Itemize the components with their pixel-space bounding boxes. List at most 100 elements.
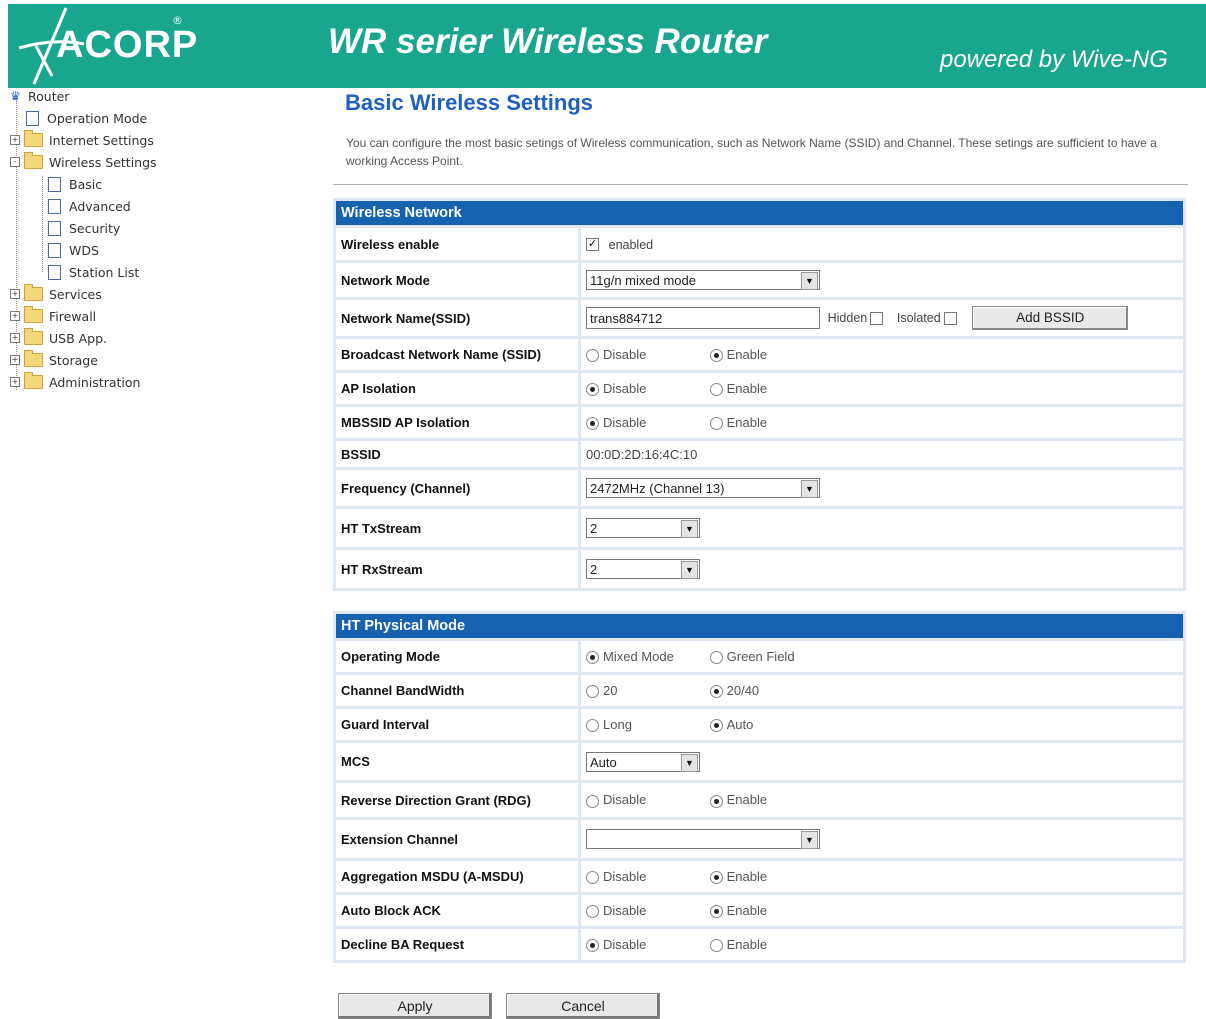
rdg-disable-radio[interactable] [586,794,599,808]
router-icon: ♛ [10,89,21,103]
expand-icon[interactable]: + [10,355,20,365]
ba-disable-radio[interactable] [586,939,599,953]
sidebar-item-usb-app[interactable]: + USB App. [10,328,107,348]
broadcast-enable-radio[interactable] [709,349,723,363]
hidden-label: Hidden [827,311,868,325]
sidebar-item-firewall[interactable]: + Firewall [10,306,96,326]
sidebar-item-security[interactable]: Security [48,218,120,238]
ack-enable-radio[interactable] [709,905,723,919]
sidebar-item-label: Router [28,88,70,104]
folder-icon [24,328,43,345]
extension-channel-select[interactable]: ▼ [586,829,820,849]
broadcast-ssid-label: Broadcast Network Name (SSID) [336,339,578,370]
amsdu-enable-radio[interactable] [709,871,723,885]
expand-icon[interactable]: + [10,135,20,145]
isolated-label: Isolated [896,311,941,325]
ht-physical-mode-table: HT Physical Mode Operating Mode Mixed Mo… [333,611,1186,963]
ht-rxstream-select[interactable]: 2 ▼ [586,559,700,579]
ap-isolation-enable-radio[interactable] [709,383,723,397]
sidebar-item-station-list[interactable]: Station List [48,262,139,282]
section-header-wireless: Wireless Network [336,201,1183,225]
wireless-enable-checkbox[interactable]: ✓ [586,238,599,252]
page-icon [48,220,61,236]
sidebar-item-label: Administration [49,374,141,390]
ap-isolation-disable-radio[interactable] [586,383,599,397]
collapse-icon[interactable]: - [10,157,20,167]
page-icon [48,242,61,258]
frequency-select[interactable]: 2472MHz (Channel 13) ▼ [586,478,820,498]
mbssid-disable-radio[interactable] [586,417,599,431]
sidebar-item-label: Operation Mode [47,110,148,126]
radio-label: Enable [726,380,768,396]
ht-txstream-value: 2 [590,521,598,536]
broadcast-disable-radio[interactable] [586,349,599,363]
logo-text: ACORP [56,24,199,66]
gi-auto-radio[interactable] [709,719,723,733]
gi-long-radio[interactable] [586,719,599,733]
network-mode-select[interactable]: 11g/n mixed mode ▼ [586,270,820,290]
radio-label: Disable [603,792,647,808]
ba-enable-radio[interactable] [709,939,723,953]
sidebar-item-label: Advanced [69,198,131,214]
wireless-network-table: Wireless Network Wireless enable ✓ enabl… [333,198,1186,591]
page-title: Basic Wireless Settings [345,90,594,115]
expand-icon[interactable]: + [10,311,20,321]
mixed-mode-radio[interactable] [586,651,599,665]
apply-button[interactable]: Apply [338,993,492,1019]
folder-icon [24,306,43,323]
ht-txstream-select[interactable]: 2 ▼ [586,518,700,538]
cancel-button[interactable]: Cancel [506,993,660,1019]
ht-rxstream-value: 2 [590,562,598,577]
hidden-checkbox[interactable] [870,311,884,325]
section-header-ht: HT Physical Mode [336,614,1183,638]
radio-label: Enable [726,414,768,430]
chevron-down-icon: ▼ [801,480,818,498]
mbssid-isolation-label: MBSSID AP Isolation [336,407,578,438]
add-bssid-button[interactable]: Add BSSID [972,306,1129,330]
expand-icon[interactable]: + [10,289,20,299]
page-icon [48,264,61,280]
radio-label: Enable [726,346,768,362]
radio-label: 20 [603,682,618,698]
page-icon [48,176,61,192]
bw-20-radio[interactable] [586,685,599,699]
chevron-down-icon: ▼ [681,561,698,579]
expand-icon[interactable]: + [10,333,20,343]
ssid-input[interactable]: trans884712 [586,307,820,329]
ack-disable-radio[interactable] [586,905,599,919]
radio-label: Disable [603,414,647,430]
sidebar-item-label: Services [49,286,102,302]
mcs-select[interactable]: Auto ▼ [586,751,700,772]
mcs-value: Auto [590,754,617,770]
sidebar-item-storage[interactable]: + Storage [10,350,98,370]
sidebar-item-basic[interactable]: Basic [48,174,102,194]
wireless-enable-label: Wireless enable [336,228,578,260]
bssid-label: BSSID [336,441,578,467]
frequency-value: 2472MHz (Channel 13) [590,481,725,496]
sidebar-item-internet-settings[interactable]: + Internet Settings [10,130,154,150]
chevron-down-icon: ▼ [681,753,698,772]
channel-bandwidth-label: Channel BandWidth [336,675,578,706]
page-icon [48,198,61,214]
green-field-radio[interactable] [709,651,723,665]
folder-icon [24,350,43,367]
isolated-checkbox[interactable] [943,311,957,325]
sidebar-item-wireless-settings[interactable]: - Wireless Settings [10,152,157,172]
sidebar-item-services[interactable]: + Services [10,284,102,304]
ssid-label: Network Name(SSID) [336,300,578,336]
network-mode-label: Network Mode [336,263,578,297]
sidebar-item-router[interactable]: ♛ Router [10,86,69,106]
rdg-enable-radio[interactable] [709,794,723,808]
bw-2040-radio[interactable] [709,685,723,699]
mbssid-enable-radio[interactable] [709,417,723,431]
radio-label: Disable [603,936,647,952]
expand-icon[interactable]: + [10,377,20,387]
radio-label: Green Field [726,648,795,664]
folder-open-icon [24,152,43,169]
sidebar-item-wds[interactable]: WDS [48,240,99,260]
sidebar-item-advanced[interactable]: Advanced [48,196,131,216]
sidebar-item-administration[interactable]: + Administration [10,372,140,392]
tree-line [42,176,43,272]
sidebar-item-operation-mode[interactable]: Operation Mode [26,108,147,128]
amsdu-disable-radio[interactable] [586,871,599,885]
